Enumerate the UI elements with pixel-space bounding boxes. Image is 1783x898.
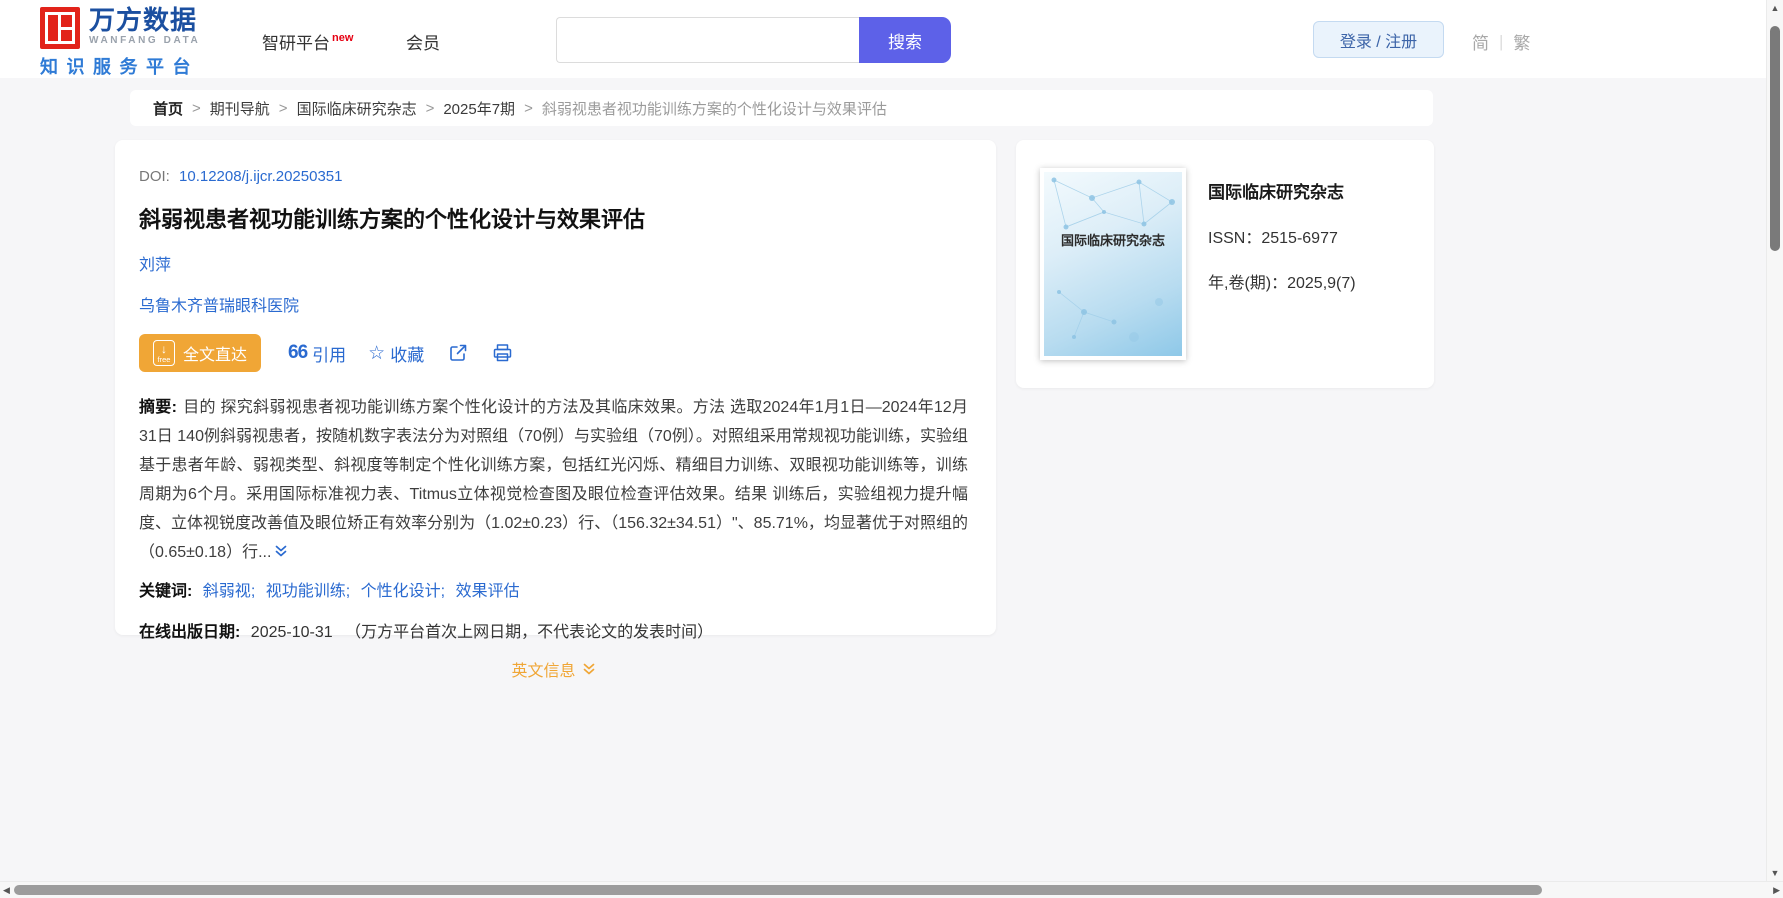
doi-link[interactable]: 10.12208/j.ijcr.20250351 xyxy=(179,168,342,185)
scroll-right-arrow-icon[interactable]: ▶ xyxy=(1773,885,1780,896)
download-free-icon: ↓ free xyxy=(153,340,175,366)
breadcrumb-separator: > xyxy=(425,99,435,117)
abstract-label: 摘要: xyxy=(139,399,177,416)
fulltext-label: 全文直达 xyxy=(183,347,248,364)
logo-subtitle: WANFANG DATA xyxy=(89,35,201,46)
volume-value: 2025,9(7) xyxy=(1287,275,1356,292)
breadcrumb-issue[interactable]: 2025年7期 xyxy=(443,98,515,119)
favorite-label: 收藏 xyxy=(390,345,425,365)
abstract-text: 目的 探究斜弱视患者视功能训练方案个性化设计的方法及其临床效果。方法 选取202… xyxy=(139,399,968,561)
login-register-button[interactable]: 登录 / 注册 xyxy=(1313,21,1444,58)
english-info-toggle[interactable]: 英文信息 xyxy=(511,657,595,681)
issn-value: 2515-6977 xyxy=(1261,230,1338,247)
nav-zhiyan-platform[interactable]: 智研平台 new xyxy=(262,29,354,54)
quote-icon: 66 xyxy=(288,342,308,363)
scroll-up-arrow-icon[interactable]: ▲ xyxy=(1767,3,1783,13)
breadcrumb-journal-nav[interactable]: 期刊导航 xyxy=(210,98,270,119)
search-bar: 搜索 xyxy=(556,17,951,63)
cover-network-decoration xyxy=(1051,177,1175,342)
breadcrumb-separator: > xyxy=(192,99,201,117)
top-header: 万方数据 WANFANG DATA 知识服务平台 智研平台 new 会员 搜索 登… xyxy=(0,0,1783,78)
search-input[interactable] xyxy=(556,17,859,63)
english-info-row: 英文信息 xyxy=(139,657,968,681)
article-detail-card: DOI: 10.12208/j.ijcr.20250351 斜弱视患者视功能训练… xyxy=(115,140,996,680)
search-button[interactable]: 搜索 xyxy=(859,17,951,63)
nav-member-label: 会员 xyxy=(406,34,440,53)
cite-label: 引用 xyxy=(312,345,347,365)
breadcrumb-journal[interactable]: 国际临床研究杂志 xyxy=(297,98,417,119)
keyword-link[interactable]: 个性化设计 xyxy=(361,583,441,600)
affiliation-row: 乌鲁木齐普瑞眼科医院 xyxy=(139,292,968,316)
affiliation-link[interactable]: 乌鲁木齐普瑞眼科医院 xyxy=(139,298,299,315)
horizontal-scrollbar-track[interactable]: ◀ ▶ xyxy=(0,881,1783,898)
keywords-label: 关键词: xyxy=(139,583,193,600)
lang-simplified[interactable]: 简 xyxy=(1472,29,1489,54)
keyword-separator: ; xyxy=(440,583,446,600)
scroll-down-arrow-icon[interactable]: ▼ xyxy=(1767,868,1783,878)
keyword-separator: ; xyxy=(345,583,351,600)
online-publish-row: 在线出版日期: 2025-10-31 （万方平台首次上网日期，不代表论文的发表时… xyxy=(139,618,968,642)
nav-zhiyan-label: 智研平台 xyxy=(262,34,330,53)
journal-cover-title: 国际临床研究杂志 xyxy=(1060,233,1165,248)
share-icon xyxy=(450,344,467,361)
lang-divider: | xyxy=(1499,31,1504,51)
abstract-expand-button[interactable] xyxy=(274,539,288,568)
fulltext-button[interactable]: ↓ free 全文直达 xyxy=(139,334,262,372)
horizontal-scrollbar-thumb[interactable] xyxy=(14,885,1542,895)
author-link[interactable]: 刘萍 xyxy=(139,257,171,274)
author-row: 刘萍 xyxy=(139,251,968,275)
online-publish-date: 2025-10-31 xyxy=(250,624,333,641)
journal-cover[interactable]: 国际临床研究杂志 xyxy=(1040,168,1186,360)
vertical-scrollbar-thumb[interactable] xyxy=(1770,26,1780,251)
breadcrumb-separator: > xyxy=(278,99,288,117)
language-switch: 简 | 繁 xyxy=(1472,29,1530,54)
share-button[interactable] xyxy=(448,343,468,363)
doi-row: DOI: 10.12208/j.ijcr.20250351 xyxy=(139,168,968,185)
breadcrumb: 首页 > 期刊导航 > 国际临床研究杂志 > 2025年7期 > 斜弱视患者视功… xyxy=(130,90,1433,126)
keyword-separator: ; xyxy=(250,583,256,600)
article-actions: ↓ free 全文直达 66 引用 ☆ 收藏 xyxy=(139,334,968,372)
keywords-row: 关键词: 斜弱视; 视功能训练; 个性化设计; 效果评估 xyxy=(139,579,968,605)
doi-label: DOI: xyxy=(139,168,170,185)
issn-label: ISSN： xyxy=(1208,230,1262,247)
keyword-link[interactable]: 斜弱视 xyxy=(203,583,251,600)
logo-tagline: 知识服务平台 xyxy=(40,57,199,77)
online-publish-note: （万方平台首次上网日期，不代表论文的发表时间） xyxy=(345,624,714,641)
journal-info-card: 国际临床研究杂志 国际临床研究杂志 ISSN：2515-6977 年,卷(期)：… xyxy=(1016,140,1434,388)
print-button[interactable] xyxy=(492,343,513,363)
wanfang-logo-icon xyxy=(40,7,80,49)
keyword-link[interactable]: 视功能训练 xyxy=(266,583,346,600)
breadcrumb-current-article: 斜弱视患者视功能训练方案的个性化设计与效果评估 xyxy=(541,100,887,118)
breadcrumb-separator: > xyxy=(524,99,533,117)
breadcrumb-home[interactable]: 首页 xyxy=(153,98,183,119)
abstract-block: 摘要: 目的 探究斜弱视患者视功能训练方案个性化设计的方法及其临床效果。方法 选取… xyxy=(139,393,968,568)
lang-traditional[interactable]: 繁 xyxy=(1513,29,1530,54)
double-chevron-down-icon xyxy=(276,545,287,557)
favorite-button[interactable]: ☆ 收藏 xyxy=(368,341,424,366)
journal-name-link[interactable]: 国际临床研究杂志 xyxy=(1208,178,1356,203)
scroll-left-arrow-icon[interactable]: ◀ xyxy=(3,885,10,896)
journal-volume-row: 年,卷(期)：2025,9(7) xyxy=(1208,269,1356,293)
vertical-scrollbar-track[interactable]: ▲ ▼ xyxy=(1766,0,1783,881)
logo-title: 万方数据 xyxy=(89,5,198,35)
star-icon: ☆ xyxy=(368,342,386,364)
wanfang-logo[interactable]: 万方数据 WANFANG DATA 知识服务平台 xyxy=(40,7,200,79)
journal-issn-row: ISSN：2515-6977 xyxy=(1208,224,1356,248)
printer-icon xyxy=(493,344,512,362)
nav-member[interactable]: 会员 xyxy=(406,29,440,54)
keyword-link[interactable]: 效果评估 xyxy=(456,583,520,600)
online-publish-label: 在线出版日期: xyxy=(139,624,241,641)
volume-label: 年,卷(期)： xyxy=(1208,275,1288,292)
english-info-label: 英文信息 xyxy=(511,663,576,680)
cite-button[interactable]: 66 引用 xyxy=(288,341,346,366)
double-chevron-down-icon xyxy=(583,663,594,675)
article-title: 斜弱视患者视功能训练方案的个性化设计与效果评估 xyxy=(139,207,646,232)
new-badge: new xyxy=(332,32,354,44)
